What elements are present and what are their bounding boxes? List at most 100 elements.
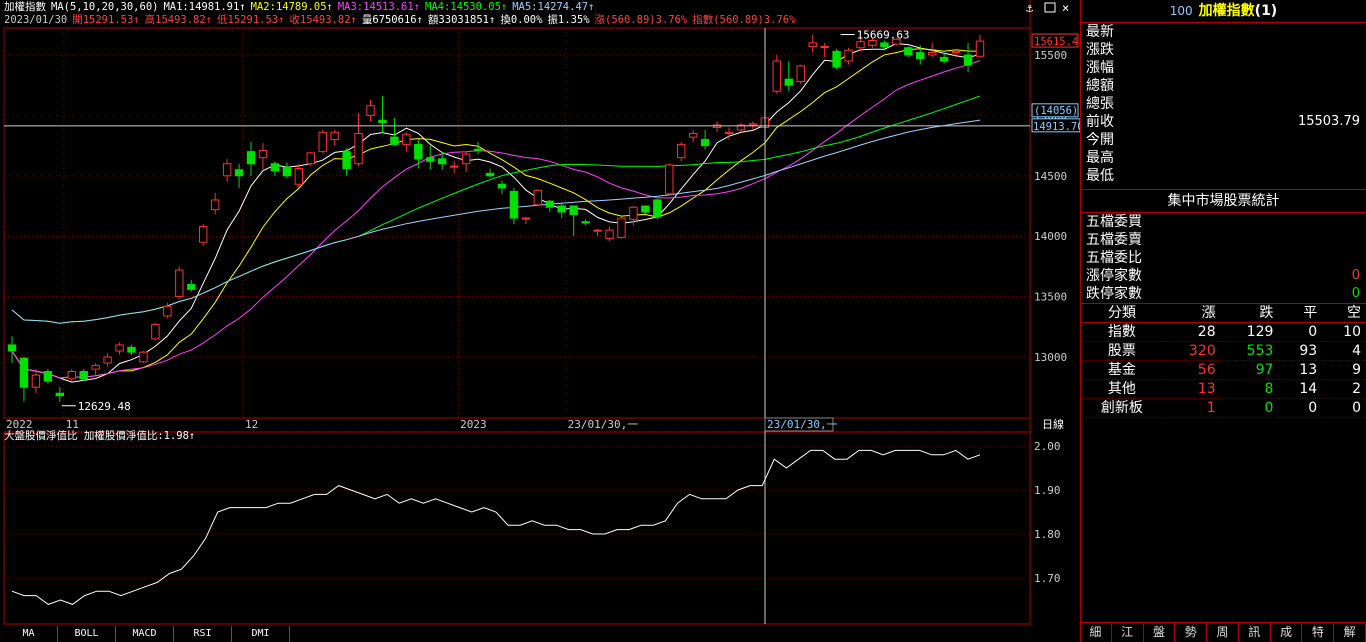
quote-row: 總額	[1081, 77, 1366, 95]
down-cell: 129	[1220, 322, 1279, 342]
main-frame	[3, 27, 1031, 419]
candle-body	[641, 205, 650, 213]
indicator-tabs: MA BOLL MACD RSI DMI	[0, 626, 290, 642]
empty-cell: 4	[1322, 341, 1366, 361]
table-row: 其他 13 8 14 2	[1081, 379, 1366, 399]
tab-ma[interactable]: MA	[0, 626, 58, 642]
candle-body	[772, 60, 782, 92]
market-stats-table: 分類漲跌平空指數 28 129 0 10 股票 320 553 93 4 基金 56 97 13 9 其他 13…	[1081, 303, 1366, 418]
candle-body	[904, 47, 913, 56]
quote-row: 總張	[1081, 95, 1366, 113]
tab-boll[interactable]: BOLL	[58, 626, 116, 642]
panel-tab-4[interactable]: 周	[1207, 623, 1239, 642]
candle-body	[784, 78, 793, 86]
empty-cell: 2	[1322, 379, 1366, 399]
candle-body	[629, 206, 638, 220]
down-cell: 553	[1220, 341, 1279, 361]
candle-body	[330, 131, 339, 141]
candle-body	[366, 105, 375, 116]
ohlc-item-7: 換0.00%	[500, 14, 543, 26]
stat-row: 五檔委賣	[1081, 231, 1366, 249]
panel-tab-2[interactable]: 盤	[1144, 623, 1176, 642]
candle-body	[844, 49, 853, 62]
candle-body	[91, 364, 100, 370]
ma-value-3: MA3:14513.61↑	[337, 1, 421, 13]
candlestick-chart[interactable]: 1550015000145001400013500130002.001.901.…	[0, 0, 1080, 642]
candle-body	[473, 148, 483, 151]
sub-frame	[3, 431, 1031, 625]
panel-tab-5[interactable]: 訊	[1239, 623, 1271, 642]
high-label: 15669.63	[857, 29, 910, 42]
candle-body	[880, 42, 889, 48]
candle-body	[808, 42, 817, 48]
empty-cell: 0	[1322, 398, 1366, 418]
panel-tab-1[interactable]: 江	[1112, 623, 1144, 642]
candle-body	[199, 226, 208, 243]
cursor-price: 14913.70	[1033, 121, 1080, 133]
candle-body	[545, 200, 554, 208]
tab-rsi[interactable]: RSI	[174, 626, 232, 642]
stock-code: 100	[1169, 4, 1193, 18]
table-row: 股票 320 553 93 4	[1081, 341, 1366, 361]
candle-body	[115, 344, 124, 352]
index-name: 加權指數	[4, 1, 46, 13]
chart-area[interactable]: 1550015000145001400013500130002.001.901.…	[0, 0, 1080, 642]
panel-tab-8[interactable]: 解	[1334, 623, 1366, 642]
y-tick-label: 14000	[1034, 230, 1067, 243]
panel-tabs: 細江盤勢周訊成特解	[1080, 622, 1366, 642]
panel-tab-0[interactable]: 細	[1080, 623, 1112, 642]
panel-tab-3[interactable]: 勢	[1175, 623, 1208, 642]
candle-body	[55, 392, 65, 397]
last-price: 15615.4	[1034, 36, 1078, 48]
candle-body	[354, 133, 363, 165]
category-cell: 基金	[1081, 360, 1163, 380]
down-cell: 0	[1220, 398, 1279, 418]
candle-body	[557, 205, 566, 213]
up-cell: 320	[1162, 341, 1221, 361]
candle-body	[438, 158, 447, 165]
ohlc-item-2: 高15493.82↑	[144, 14, 213, 26]
stock-suffix: (1)	[1254, 3, 1278, 19]
quote-label: 最新	[1086, 24, 1114, 40]
x-tick-label: 23/01/30,一	[568, 418, 639, 431]
quote-label: 前收	[1086, 114, 1114, 130]
empty-cell: 10	[1322, 322, 1366, 342]
candle-body	[43, 370, 53, 382]
y-tick-label: 14500	[1034, 170, 1067, 183]
quote-row: 最新	[1081, 23, 1366, 41]
y-tick-label: 13000	[1034, 351, 1067, 364]
candle-body	[210, 199, 220, 211]
candle-body	[414, 143, 423, 160]
category-cell: 指數	[1081, 322, 1163, 342]
stat-value: 0	[1351, 286, 1360, 301]
window-icon[interactable]	[1044, 2, 1056, 13]
quote-label: 總額	[1086, 78, 1114, 94]
flat-cell: 13	[1278, 360, 1323, 380]
flat-cell: 0	[1278, 322, 1323, 342]
tab-macd[interactable]: MACD	[116, 626, 174, 642]
candle-body	[318, 131, 327, 153]
quote-label: 漲幅	[1086, 60, 1114, 76]
candle-body	[426, 157, 435, 162]
up-cell: 13	[1162, 379, 1221, 399]
stat-value: 0	[1351, 268, 1360, 283]
close-icon[interactable]: ×	[1062, 1, 1069, 15]
quote-row: 最低	[1081, 167, 1366, 185]
anchor-icon[interactable]: ⚓	[1026, 1, 1034, 15]
candle-body	[832, 50, 841, 68]
ohlc-item-6: 額33031851↑	[427, 14, 496, 26]
pb-ratio-line	[11, 449, 981, 605]
candle-body	[127, 346, 136, 353]
candle-body	[617, 217, 626, 238]
tab-dmi[interactable]: DMI	[232, 626, 290, 642]
candle-body	[342, 151, 351, 170]
y-tick-label: 13500	[1034, 291, 1067, 304]
flat-cell: 93	[1278, 341, 1323, 361]
candle-body	[951, 50, 961, 54]
stat-rows: 五檔委買 五檔委賣 五檔委比 漲停家數 0 跌停家數 0	[1081, 213, 1366, 303]
quote-label: 總張	[1086, 96, 1114, 112]
panel-tab-7[interactable]: 特	[1302, 623, 1335, 642]
candle-body	[665, 164, 674, 195]
table-row: 指數 28 129 0 10	[1081, 322, 1366, 342]
panel-tab-6[interactable]: 成	[1271, 623, 1303, 642]
